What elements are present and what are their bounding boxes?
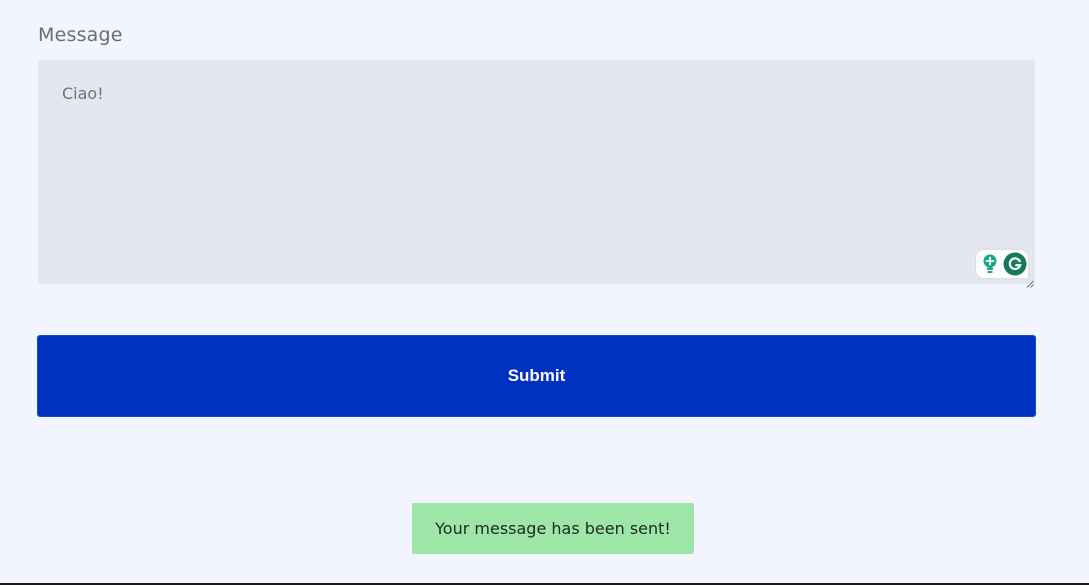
message-textarea[interactable]: Ciao! — [38, 60, 1035, 288]
success-notification: Your message has been sent! — [412, 503, 694, 554]
grammarly-g-icon[interactable] — [1003, 252, 1027, 276]
message-label: Message — [38, 24, 123, 46]
lightbulb-icon[interactable] — [982, 254, 998, 274]
resize-grip-icon[interactable] — [1026, 275, 1034, 288]
grammarly-widget[interactable] — [976, 250, 1028, 278]
message-text[interactable]: Ciao! — [62, 84, 104, 103]
submit-button[interactable]: Submit — [37, 335, 1036, 417]
